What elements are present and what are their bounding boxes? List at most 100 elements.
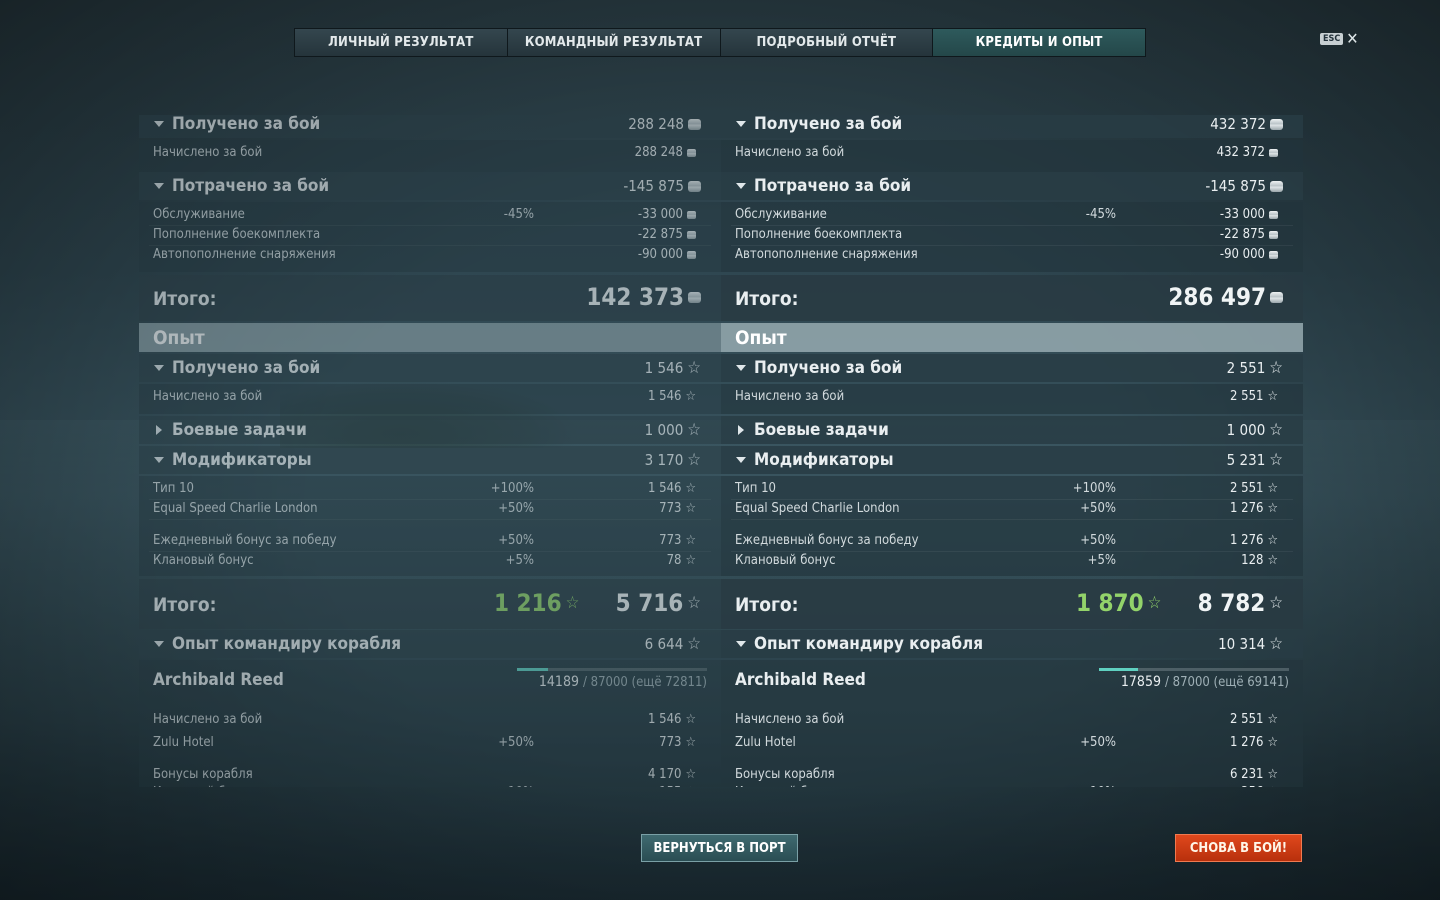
credits-spent-details-row-value: -22 875 [638, 227, 696, 242]
row-divider [731, 225, 1293, 226]
xp-star-icon: ☆ [685, 533, 697, 548]
chevron-down-icon[interactable] [736, 183, 746, 189]
commander-row-label: Клановый бонус [735, 785, 836, 787]
commander-row-amount: 256 [1241, 785, 1263, 787]
credits-spent-details-row-percent: -45% [503, 207, 534, 222]
row-divider [149, 225, 711, 226]
chevron-down-icon[interactable] [736, 457, 746, 463]
xp-star-icon: ☆ [1269, 419, 1283, 440]
commander-details: Archibald Reed 14189 / 87000 (ещё 72811) Н… [139, 660, 721, 787]
credits-spent-details-row-label: Пополнение боекомплекта [153, 227, 321, 242]
credits-spent-header[interactable]: Потрачено за бой -145 875 [721, 172, 1303, 200]
xp-earned-header-value: 2 551 ☆ [1227, 359, 1283, 377]
free-xp-total: 1 216 ☆ [494, 589, 579, 617]
xp-earned-header[interactable]: Получено за бой 1 546 ☆ [139, 354, 721, 382]
xp-star-icon: ☆ [1269, 357, 1283, 378]
xp-earned-header[interactable]: Получено за бой 2 551 ☆ [721, 354, 1303, 382]
credits-spent-details: Обслуживание -45% -33 000 Пополнение боеком… [721, 202, 1303, 272]
chevron-down-icon[interactable] [154, 183, 164, 189]
commander-xp-header-amount: 6 644 [644, 635, 684, 653]
credits-icon [1269, 250, 1278, 259]
chevron-down-icon[interactable] [154, 641, 164, 647]
commander-row-amount: 2 551 [1230, 712, 1264, 727]
commander-row-value: 773 ☆ [659, 735, 696, 750]
tab-personal-result[interactable]: ЛИЧНЫЙ РЕЗУЛЬТАТ [295, 29, 508, 56]
commander-xp-header-label: Опыт командиру корабля [154, 634, 401, 654]
chevron-down-icon[interactable] [154, 365, 164, 371]
xp-total: Итого: 1 216 ☆ 5 716 ☆ [139, 579, 721, 629]
experience-section-title: Опыт [721, 323, 1303, 352]
commander-xp-progress [1099, 668, 1289, 671]
credits-total-amount: 286 497 [1168, 283, 1266, 311]
modifiers-header-text: Модификаторы [172, 450, 312, 470]
row-divider [731, 519, 1293, 520]
chevron-right-icon[interactable] [738, 425, 744, 435]
esc-key-badge: ESC [1320, 33, 1344, 45]
modifiers-details-row-amount: 773 [659, 533, 682, 548]
xp-earned-header-text: Получено за бой [754, 358, 903, 378]
combat-missions-header[interactable]: Боевые задачи 1 000 ☆ [721, 416, 1303, 444]
credits-earned-details-row-value: 432 372 [1217, 145, 1278, 160]
modifiers-details-row-value: 1 276 ☆ [1230, 533, 1278, 548]
modifiers-details: Тип 10 +100% 2 551 ☆ Equal Speed Charlie Lon… [721, 476, 1303, 576]
commander-row-label: Бонусы корабля [153, 767, 253, 782]
combat-missions-header[interactable]: Боевые задачи 1 000 ☆ [139, 416, 721, 444]
chevron-down-icon[interactable] [154, 121, 164, 127]
tab-credits-and-xp[interactable]: КРЕДИТЫ И ОПЫТ [933, 29, 1145, 56]
chevron-down-icon[interactable] [736, 121, 746, 127]
credits-spent-details-row-value: -90 000 [638, 247, 696, 262]
modifiers-details-row-percent: +100% [1072, 481, 1116, 496]
tab-detailed-report[interactable]: ПОДРОБНЫЙ ОТЧЁТ [720, 29, 934, 56]
modifiers-details-row-label: Equal Speed Charlie London [735, 501, 900, 516]
credits-earned-header[interactable]: Получено за бой 432 372 [721, 115, 1303, 138]
modifiers-details-row-label: Ежедневный бонус за победу [735, 533, 919, 548]
commander-row-amount: 1 276 [1230, 735, 1264, 750]
credits-spent-details-row-value: -22 875 [1220, 227, 1278, 242]
commander-xp-total: / 87000 (ещё 72811) [582, 675, 707, 690]
combat-missions-header-label: Боевые задачи [736, 420, 889, 440]
credits-earned-header[interactable]: Получено за бой 288 248 [139, 115, 721, 138]
battle-again-button[interactable]: СНОВА В БОЙ! [1175, 834, 1302, 862]
credits-icon [1269, 210, 1278, 219]
modifiers-header[interactable]: Модификаторы 3 170 ☆ [139, 446, 721, 474]
commander-row-percent: +50% [1080, 735, 1116, 750]
commander-xp-header[interactable]: Опыт командиру корабля 10 314 ☆ [721, 630, 1303, 658]
credits-earned-details: Начислено за бой 432 372 [721, 140, 1303, 172]
credits-earned-header-label: Получено за бой [736, 115, 902, 134]
xp-star-icon: ☆ [687, 592, 701, 613]
close-icon[interactable]: ✕ [1346, 31, 1358, 47]
xp-earned-details: Начислено за бой 1 546 ☆ [139, 384, 721, 414]
chevron-right-icon[interactable] [156, 425, 162, 435]
row-divider [149, 245, 711, 246]
commander-xp-progress-fill [1099, 668, 1138, 671]
commander-xp-progress-fill [517, 668, 548, 671]
combat-missions-header-text: Боевые задачи [172, 420, 307, 440]
chevron-down-icon[interactable] [154, 457, 164, 463]
credits-spent-details-row-label: Автопополнение снаряжения [735, 247, 918, 262]
esc-close[interactable]: ESC ✕ [1320, 31, 1358, 47]
return-to-port-button[interactable]: ВЕРНУТЬСЯ В ПОРТ [641, 834, 798, 862]
xp-earned-details-row-value: 2 551 ☆ [1230, 389, 1278, 404]
commander-details: Archibald Reed 17859 / 87000 (ещё 69141) Н… [721, 660, 1303, 787]
credits-spent-header[interactable]: Потрачено за бой -145 875 [139, 172, 721, 200]
commander-xp-header-amount: 10 314 [1218, 635, 1266, 653]
chevron-down-icon[interactable] [736, 641, 746, 647]
chevron-down-icon[interactable] [736, 365, 746, 371]
credits-earned-header-amount: 288 248 [628, 115, 684, 133]
credits-spent-details-row-amount: -33 000 [637, 207, 683, 222]
credits-total-value: 286 497 [1168, 283, 1283, 311]
commander-row-value: 6 231 ☆ [1230, 767, 1278, 782]
commander-xp-header-label: Опыт командиру корабля [736, 634, 983, 654]
column-standard: Получено за бой 288 248 Начислено за бой 28… [139, 115, 721, 787]
credits-spent-details-row-amount: -22 875 [637, 227, 683, 242]
xp-total-label: Итого: [153, 594, 217, 616]
commander-xp-text: 17859 / 87000 (ещё 69141) [1121, 674, 1289, 690]
credits-earned-details: Начислено за бой 288 248 [139, 140, 721, 172]
commander-row-amount: 773 [659, 735, 682, 750]
modifiers-header-amount: 5 231 [1226, 451, 1266, 469]
row-divider [731, 245, 1293, 246]
modifiers-header[interactable]: Модификаторы 5 231 ☆ [721, 446, 1303, 474]
tab-team-result[interactable]: КОМАНДНЫЙ РЕЗУЛЬТАТ [507, 29, 721, 56]
xp-star-icon: ☆ [1268, 786, 1279, 787]
commander-xp-header[interactable]: Опыт командиру корабля 6 644 ☆ [139, 630, 721, 658]
